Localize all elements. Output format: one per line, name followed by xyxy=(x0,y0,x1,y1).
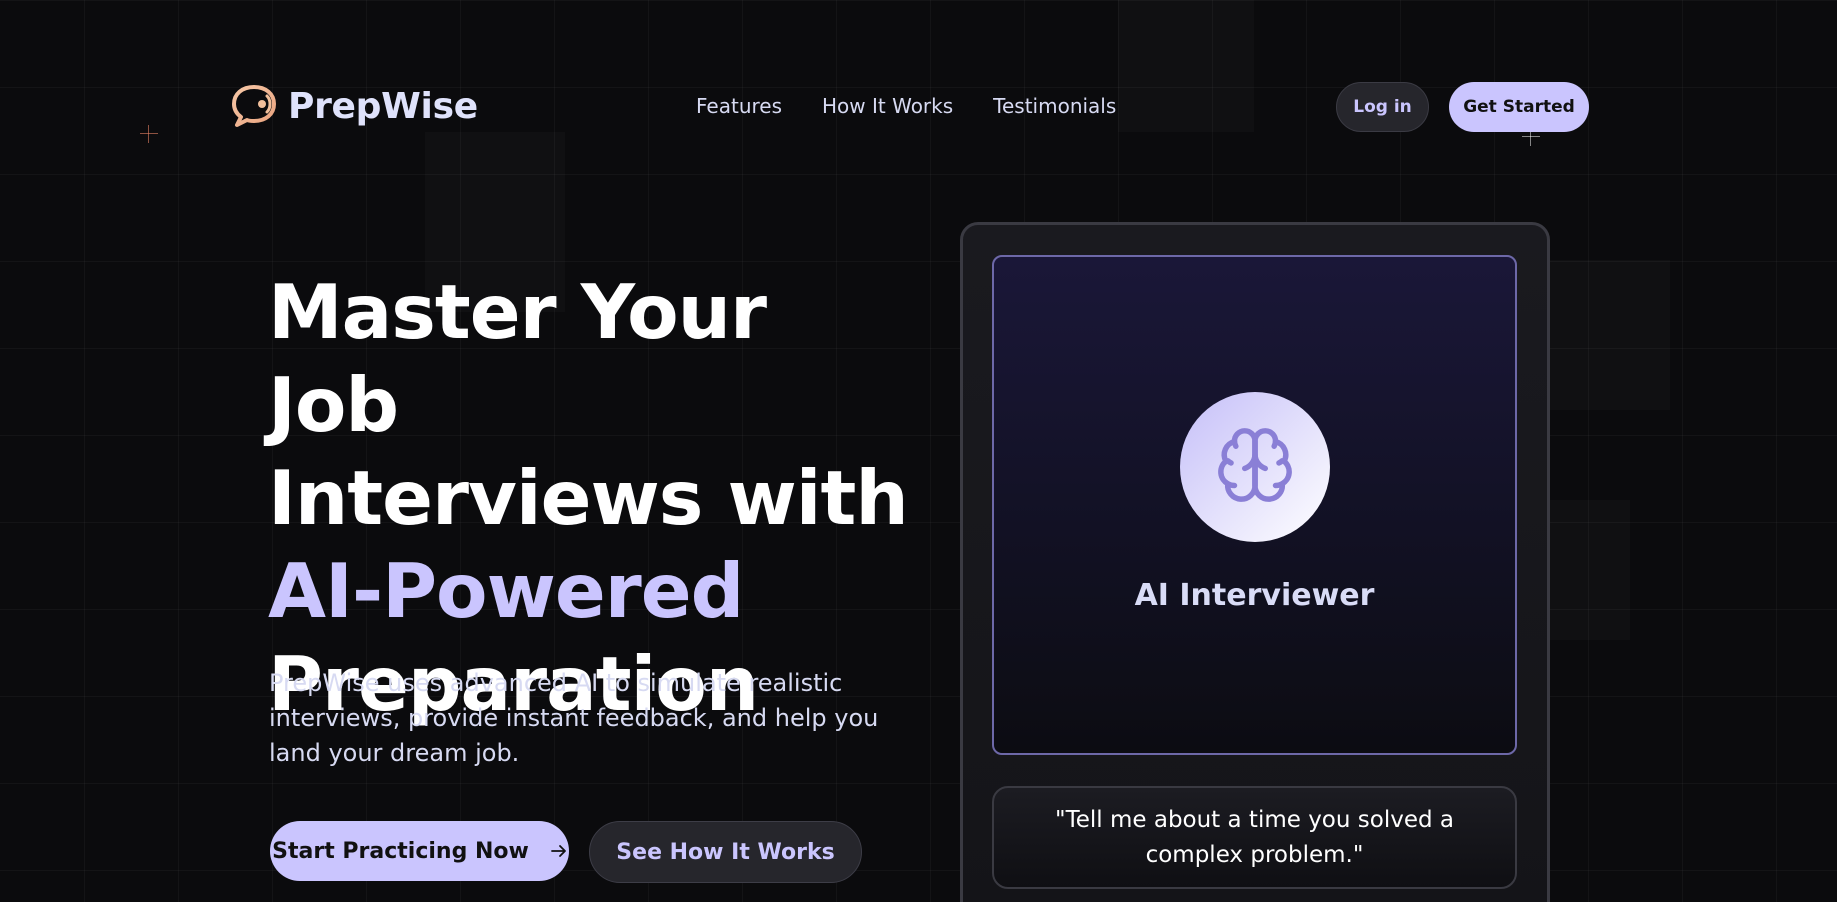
brain-icon xyxy=(1214,424,1296,510)
interview-question-text: "Tell me about a time you solved a compl… xyxy=(1055,806,1454,868)
nav-item-testimonials[interactable]: Testimonials xyxy=(993,94,1116,118)
nav-item-features[interactable]: Features xyxy=(696,94,782,118)
landing-page: PrepWise Features How It Works Testimoni… xyxy=(0,0,1837,902)
get-started-button[interactable]: Get Started xyxy=(1449,82,1589,132)
start-practicing-button[interactable]: Start Practicing Now xyxy=(270,821,569,881)
background-tile xyxy=(1550,260,1670,410)
nav-item-how-it-works[interactable]: How It Works xyxy=(822,94,953,118)
see-how-it-works-button[interactable]: See How It Works xyxy=(589,821,862,883)
background-tile xyxy=(1550,500,1630,640)
brand-logo[interactable]: PrepWise xyxy=(230,84,478,128)
hero-title-line: Interviews with xyxy=(268,454,909,542)
interview-question: "Tell me about a time you solved a compl… xyxy=(992,786,1517,889)
brand-name: PrepWise xyxy=(288,85,478,127)
hero-subtitle: PrepWise uses advanced AI to simulate re… xyxy=(269,669,879,767)
interviewer-label: AI Interviewer xyxy=(1134,578,1375,613)
hero-title-accent: AI-Powered xyxy=(268,547,744,635)
main-nav: Features How It Works Testimonials xyxy=(696,94,1116,118)
login-button[interactable]: Log in xyxy=(1336,82,1429,132)
arrow-right-icon xyxy=(550,839,567,863)
hero-title: Master Your Job Interviews with AI-Power… xyxy=(268,266,909,731)
start-practicing-label: Start Practicing Now xyxy=(272,838,529,864)
interviewer-avatar xyxy=(1180,392,1330,542)
chat-bubble-icon xyxy=(230,84,278,128)
hero-title-line: Master Your Job xyxy=(268,268,767,449)
background-tile xyxy=(1118,0,1254,132)
sparkle-decoration xyxy=(140,125,158,143)
